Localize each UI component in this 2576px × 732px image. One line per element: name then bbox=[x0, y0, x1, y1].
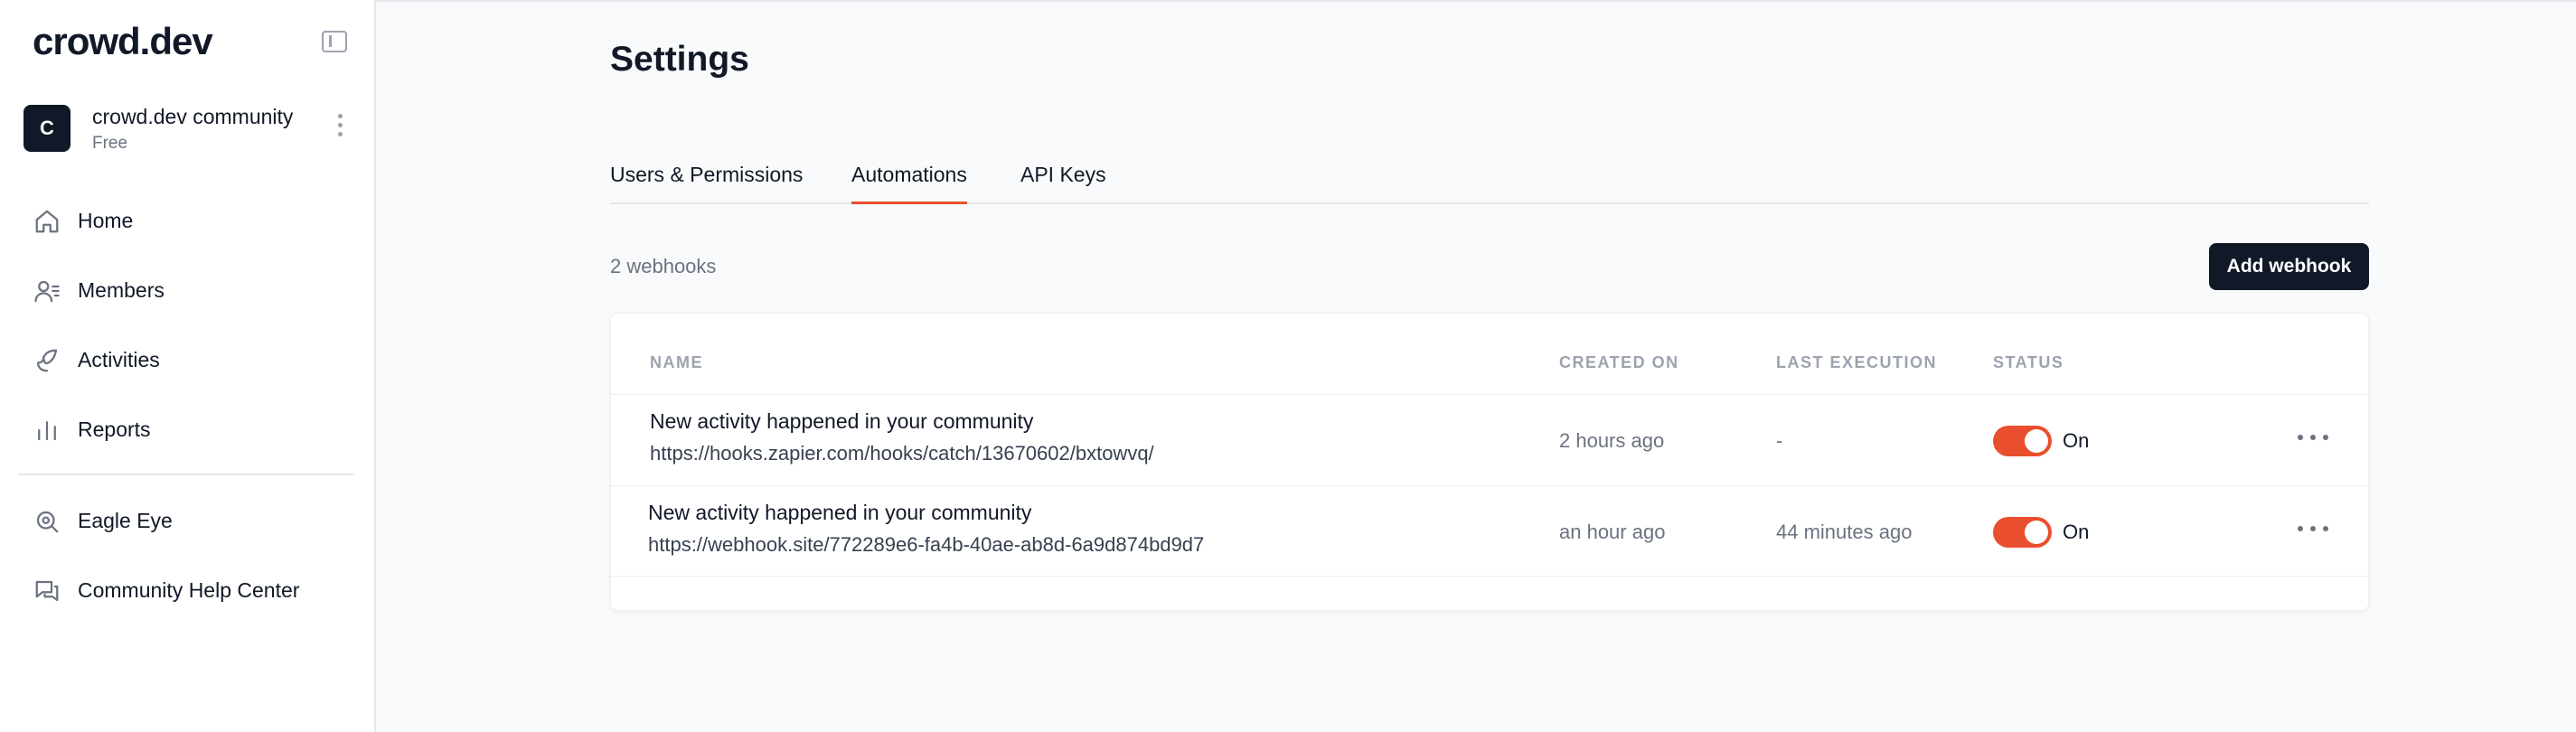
column-header-status: STATUS bbox=[1993, 353, 2064, 371]
sidebar-item-label: Members bbox=[78, 278, 165, 302]
sidebar-item-members[interactable]: Members bbox=[18, 256, 358, 325]
column-header-created-on: CREATED ON bbox=[1559, 353, 1679, 371]
webhooks-table: NAME CREATED ON LAST EXECUTION STATUS Ne… bbox=[610, 313, 2370, 611]
sidebar-item-label: Community Help Center bbox=[78, 578, 300, 602]
reports-icon bbox=[27, 410, 67, 450]
status-label: On bbox=[2063, 521, 2090, 543]
webhook-name: New activity happened in your community bbox=[648, 501, 1032, 524]
settings-tabs: Users & Permissions Automations API Keys bbox=[610, 159, 2369, 204]
table-row[interactable]: New activity happened in your community … bbox=[611, 485, 2370, 577]
sidebar-item-label: Home bbox=[78, 209, 134, 232]
tab-api-keys[interactable]: API Keys bbox=[1020, 163, 1106, 204]
chat-icon bbox=[27, 571, 67, 611]
row-actions-icon[interactable] bbox=[2298, 435, 2328, 444]
webhook-last-execution: - bbox=[1776, 429, 1783, 452]
table-row[interactable]: New activity happened in your community … bbox=[611, 394, 2370, 485]
webhook-last-execution: 44 minutes ago bbox=[1776, 521, 1913, 543]
webhook-url: https://webhook.site/772289e6-fa4b-40ae-… bbox=[648, 533, 1205, 556]
sidebar-item-activities[interactable]: Activities bbox=[18, 325, 358, 395]
workspace-name: crowd.dev community bbox=[92, 105, 294, 128]
page-title: Settings bbox=[610, 40, 749, 79]
add-webhook-button[interactable]: Add webhook bbox=[2209, 243, 2369, 290]
top-border bbox=[0, 0, 2576, 2]
eagle-eye-icon bbox=[27, 502, 67, 541]
webhook-count: 2 webhooks bbox=[610, 255, 717, 277]
members-icon bbox=[27, 271, 67, 311]
workspace-switcher[interactable]: C crowd.dev community Free bbox=[24, 103, 358, 155]
sidebar-item-help-center[interactable]: Community Help Center bbox=[18, 556, 358, 625]
sidebar-item-label: Reports bbox=[78, 418, 151, 441]
nav-divider bbox=[18, 474, 354, 475]
workspace-menu-icon[interactable] bbox=[336, 114, 343, 141]
sidebar-collapse-icon[interactable] bbox=[322, 31, 347, 52]
sidebar-item-reports[interactable]: Reports bbox=[18, 395, 358, 465]
tab-automations[interactable]: Automations bbox=[851, 163, 967, 204]
table-bottom-divider bbox=[611, 576, 2370, 577]
sidebar-item-label: Eagle Eye bbox=[78, 509, 173, 532]
webhook-created-on: 2 hours ago bbox=[1559, 429, 1665, 452]
webhook-created-on: an hour ago bbox=[1559, 521, 1666, 543]
sidebar-item-eagle-eye[interactable]: Eagle Eye bbox=[18, 486, 358, 556]
status-toggle[interactable] bbox=[1993, 426, 2052, 456]
app-logo[interactable]: crowd.dev bbox=[33, 20, 213, 63]
row-actions-icon[interactable] bbox=[2298, 526, 2328, 535]
webhook-url: https://hooks.zapier.com/hooks/catch/136… bbox=[650, 442, 1154, 465]
workspace-plan: Free bbox=[92, 134, 128, 153]
sidebar-nav: Home Members Activities Reports Eagle Ey… bbox=[18, 186, 358, 625]
webhook-name: New activity happened in your community bbox=[650, 409, 1034, 433]
column-header-name: NAME bbox=[650, 353, 703, 371]
home-icon bbox=[27, 202, 67, 241]
sidebar: crowd.dev C crowd.dev community Free Hom… bbox=[0, 0, 376, 732]
sidebar-item-home[interactable]: Home bbox=[18, 186, 358, 256]
column-header-last-execution: LAST EXECUTION bbox=[1776, 353, 1938, 371]
sidebar-item-label: Activities bbox=[78, 348, 160, 371]
tab-users-permissions[interactable]: Users & Permissions bbox=[610, 163, 803, 204]
status-toggle[interactable] bbox=[1993, 517, 2052, 548]
workspace-avatar: C bbox=[24, 105, 71, 152]
status-label: On bbox=[2063, 429, 2090, 452]
activities-icon bbox=[27, 341, 67, 380]
